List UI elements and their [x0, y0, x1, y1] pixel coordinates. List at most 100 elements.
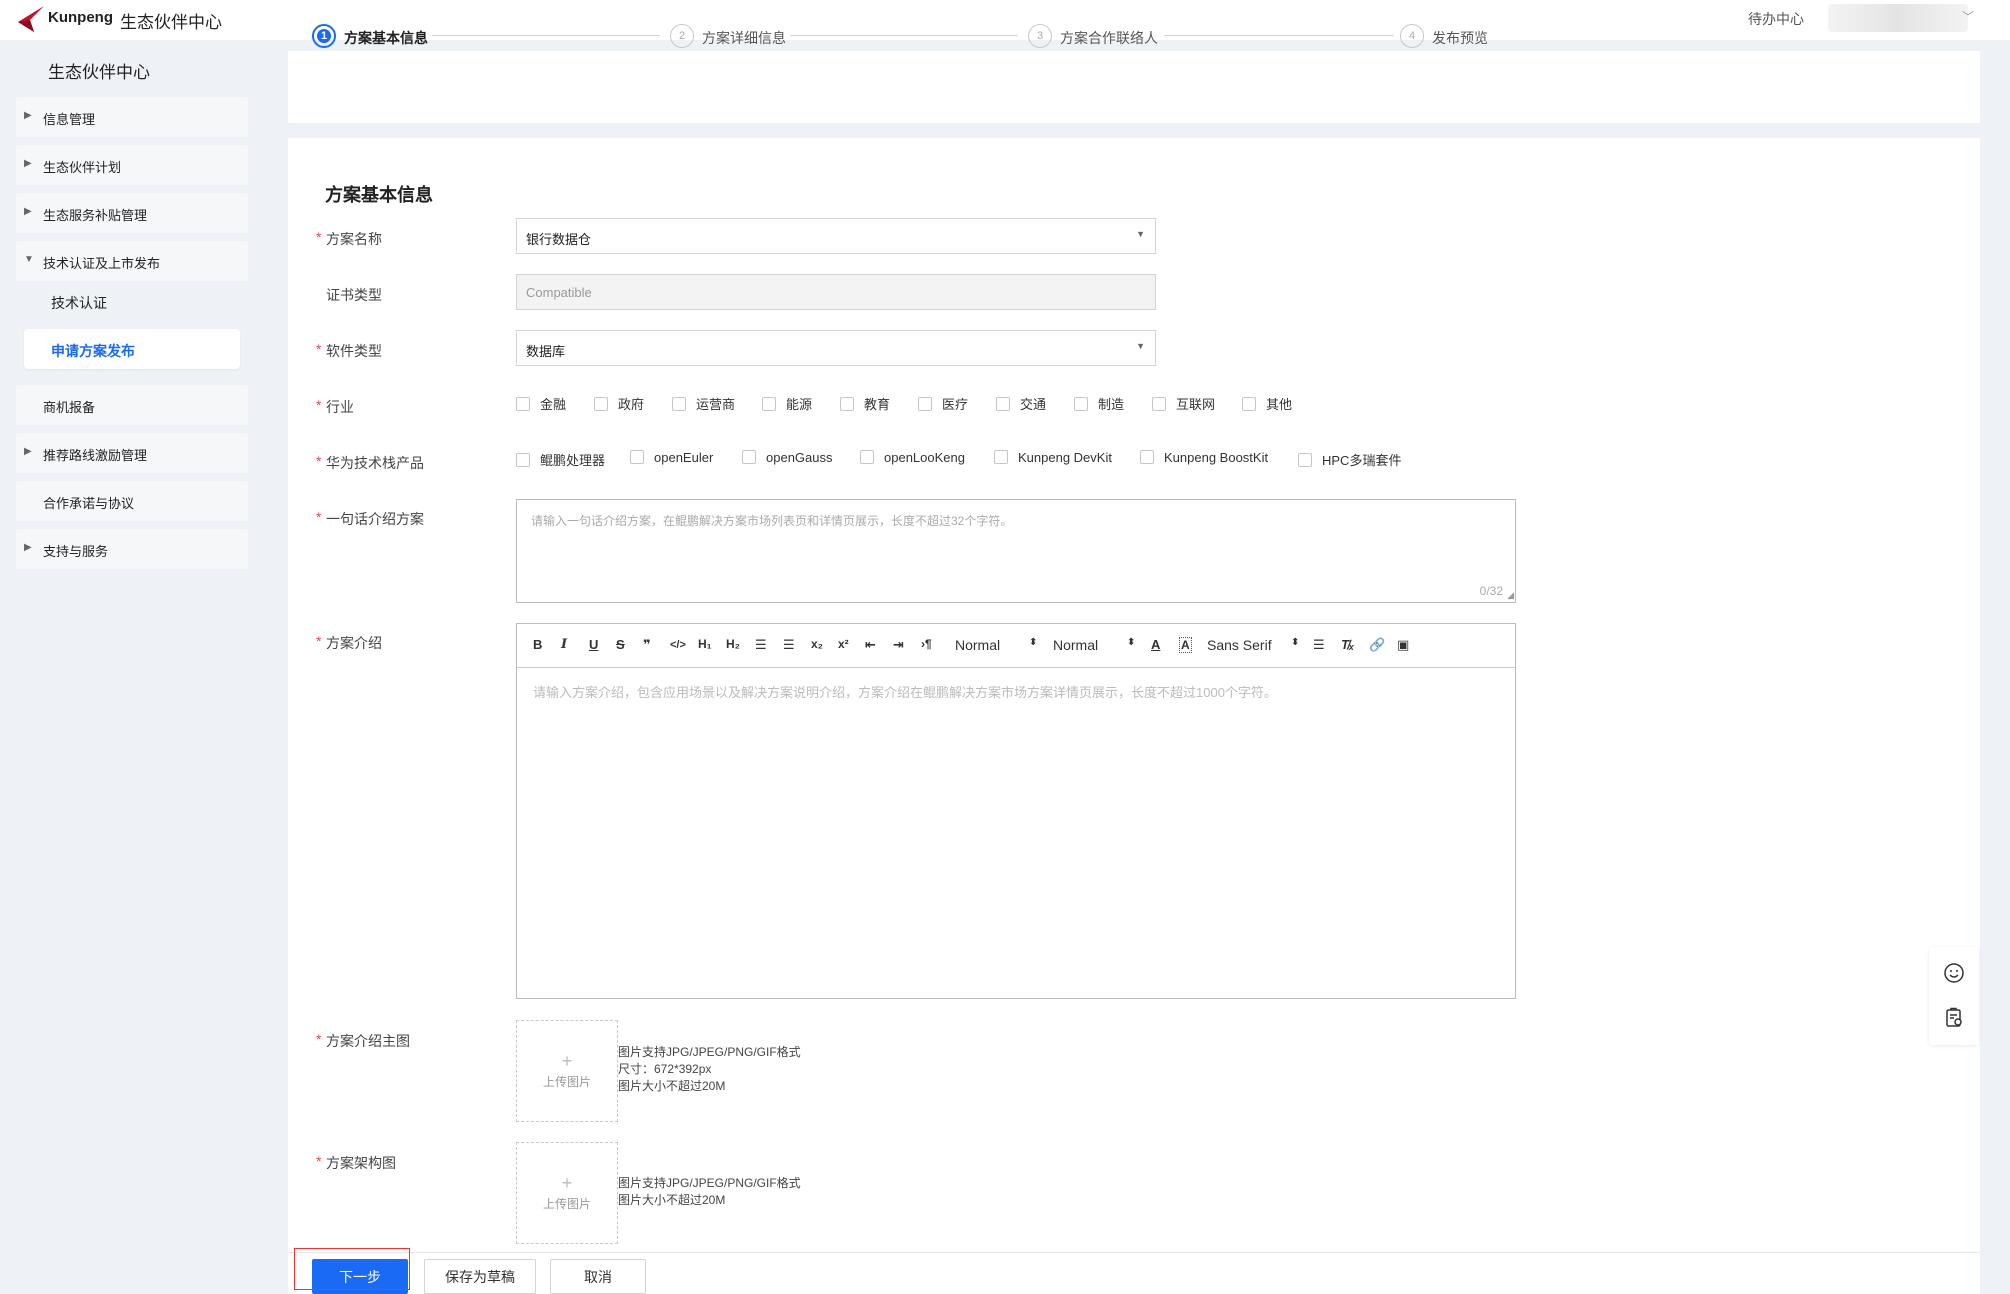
bold-icon[interactable]: B: [533, 637, 542, 652]
checkbox-icon[interactable]: [762, 397, 776, 411]
header-select[interactable]: Normal: [955, 637, 1000, 653]
rich-text-editor[interactable]: B I U S ❞ </> H₁ H₂ ☰ ☰ x₂ x² ⇤ ⇥ ›¶ Nor…: [516, 623, 1516, 999]
required-mark: *: [316, 633, 322, 649]
code-icon[interactable]: </>: [670, 639, 686, 651]
sidebar-item-opportunity-report[interactable]: 商机报备: [16, 385, 248, 425]
sidebar-item-partner-plan[interactable]: ▶ 生态伙伴计划: [16, 145, 248, 185]
image-icon[interactable]: ▣: [1397, 637, 1409, 653]
checkbox-icon[interactable]: [630, 450, 644, 464]
select-arrows-icon[interactable]: ⬍: [1127, 637, 1135, 648]
step-label: 方案基本信息: [344, 30, 428, 46]
italic-icon[interactable]: I: [561, 637, 567, 652]
heading-1-icon[interactable]: H₁: [698, 637, 712, 651]
tech-checkbox-openeuler[interactable]: openEuler: [630, 450, 713, 468]
underline-icon[interactable]: U: [589, 637, 598, 652]
kunpeng-logo-icon[interactable]: [16, 4, 46, 34]
align-icon[interactable]: ☰: [1313, 637, 1325, 653]
checkbox-icon[interactable]: [594, 397, 608, 411]
select-arrows-icon[interactable]: ⬍: [1291, 637, 1299, 648]
checkbox-icon[interactable]: [1074, 397, 1088, 411]
industry-checkbox-manufacturing[interactable]: 制造: [1074, 394, 1124, 412]
sidebar-item-incentive-management[interactable]: ▶ 推荐路线激励管理: [16, 433, 248, 473]
sidebar-item-service-subsidy[interactable]: ▶ 生态服务补贴管理: [16, 193, 248, 233]
one-liner-textarea[interactable]: 请输入一句话介绍方案，在鲲鹏解决方案市场列表页和详情页展示，长度不超过32个字符…: [516, 499, 1516, 603]
clipboard-settings-icon[interactable]: [1943, 1007, 1965, 1029]
indent-icon[interactable]: ⇥: [893, 637, 904, 653]
sidebar-subitem-tech-cert[interactable]: 技术认证: [24, 281, 240, 321]
tech-checkbox-openlookeng[interactable]: openLooKeng: [860, 450, 965, 468]
blockquote-icon[interactable]: ❞: [643, 637, 651, 653]
checkbox-icon[interactable]: [1298, 453, 1312, 467]
chevron-down-icon[interactable]: ﹀: [1962, 8, 1974, 25]
save-draft-button[interactable]: 保存为草稿: [424, 1259, 536, 1294]
heading-2-icon[interactable]: H₂: [726, 637, 740, 651]
sidebar-item-label: 信息管理: [43, 112, 96, 127]
tech-checkbox-devkit[interactable]: Kunpeng DevKit: [994, 450, 1112, 468]
todo-center-link[interactable]: 待办中心: [1748, 9, 1804, 29]
arch-image-hint: 图片支持JPG/JPEG/PNG/GIF格式 图片大小不超过20M: [618, 1175, 801, 1209]
industry-checkbox-finance[interactable]: 金融: [516, 394, 566, 412]
tech-checkbox-boostkit[interactable]: Kunpeng BoostKit: [1140, 450, 1268, 468]
ordered-list-icon[interactable]: ☰: [755, 637, 767, 653]
background-color-icon[interactable]: A: [1179, 637, 1192, 653]
industry-checkbox-transport[interactable]: 交通: [996, 394, 1046, 412]
text-direction-icon[interactable]: ›¶: [921, 637, 932, 651]
tech-checkbox-kunpeng-cpu[interactable]: 鲲鹏处理器: [516, 450, 605, 468]
checkbox-icon[interactable]: [840, 397, 854, 411]
checkbox-icon[interactable]: [996, 397, 1010, 411]
logo-text[interactable]: Kunpeng: [48, 9, 113, 26]
outdent-icon[interactable]: ⇤: [865, 637, 876, 653]
industry-checkbox-energy[interactable]: 能源: [762, 394, 812, 412]
checkbox-icon[interactable]: [1242, 397, 1256, 411]
checkbox-icon[interactable]: [516, 453, 530, 467]
checkbox-icon[interactable]: [918, 397, 932, 411]
industry-checkbox-internet[interactable]: 互联网: [1152, 394, 1215, 412]
checkbox-icon[interactable]: [994, 450, 1008, 464]
font-color-icon[interactable]: A: [1151, 637, 1160, 652]
main-image-label: 方案介绍主图: [326, 1033, 410, 1049]
checkbox-icon[interactable]: [1140, 450, 1154, 464]
hint-line: 图片大小不超过20M: [618, 1193, 726, 1207]
strikethrough-icon[interactable]: S: [616, 637, 625, 652]
tech-checkbox-hpc[interactable]: HPC多瑞套件: [1298, 450, 1401, 468]
checkbox-icon[interactable]: [860, 450, 874, 464]
tech-checkbox-opengauss[interactable]: openGauss: [742, 450, 833, 468]
industry-checkbox-education[interactable]: 教育: [840, 394, 890, 412]
industry-checkbox-other[interactable]: 其他: [1242, 394, 1292, 412]
software-type-value: 数据库: [526, 344, 566, 359]
resize-handle-icon[interactable]: ◢: [1507, 590, 1514, 601]
checkbox-icon[interactable]: [672, 397, 686, 411]
checkbox-icon[interactable]: [742, 450, 756, 464]
floating-toolbox: [1929, 947, 1979, 1045]
sidebar-item-support-service[interactable]: ▶ 支持与服务: [16, 529, 248, 569]
sidebar-item-tech-certification[interactable]: ▼ 技术认证及上市发布: [16, 241, 248, 281]
industry-checkbox-medical[interactable]: 医疗: [918, 394, 968, 412]
app-title[interactable]: 生态伙伴中心: [120, 8, 222, 33]
superscript-icon[interactable]: x²: [838, 637, 849, 651]
bullet-list-icon[interactable]: ☰: [783, 637, 795, 653]
cancel-button[interactable]: 取消: [550, 1259, 646, 1294]
hint-line: 图片大小不超过20M: [618, 1079, 726, 1093]
checkbox-icon[interactable]: [516, 397, 530, 411]
software-type-select[interactable]: 数据库 ▼: [516, 330, 1156, 366]
smiley-feedback-icon[interactable]: [1943, 962, 1965, 984]
sidebar-item-info-management[interactable]: ▶ 信息管理: [16, 97, 248, 137]
select-arrows-icon[interactable]: ⬍: [1029, 637, 1037, 648]
font-select[interactable]: Sans Serif: [1207, 637, 1272, 653]
required-mark: *: [316, 509, 322, 525]
industry-checkbox-carrier[interactable]: 运营商: [672, 394, 735, 412]
solution-name-label: 方案名称: [326, 231, 382, 247]
main-image-upload[interactable]: + 上传图片: [516, 1020, 618, 1122]
size-select[interactable]: Normal: [1053, 637, 1098, 653]
user-account-menu[interactable]: [1828, 4, 1968, 32]
checkbox-icon[interactable]: [1152, 397, 1166, 411]
clear-format-icon[interactable]: T̸ₓ: [1341, 637, 1354, 652]
link-icon[interactable]: 🔗: [1369, 637, 1385, 653]
industry-checkbox-government[interactable]: 政府: [594, 394, 644, 412]
solution-name-select[interactable]: 银行数据仓 ▼: [516, 218, 1156, 254]
subscript-icon[interactable]: x₂: [811, 637, 823, 651]
sidebar-subitem-apply-release[interactable]: 申请方案发布: [24, 329, 240, 369]
step-connector: [1164, 35, 1394, 36]
arch-image-upload[interactable]: + 上传图片: [516, 1142, 618, 1244]
sidebar-item-agreements[interactable]: 合作承诺与协议: [16, 481, 248, 521]
